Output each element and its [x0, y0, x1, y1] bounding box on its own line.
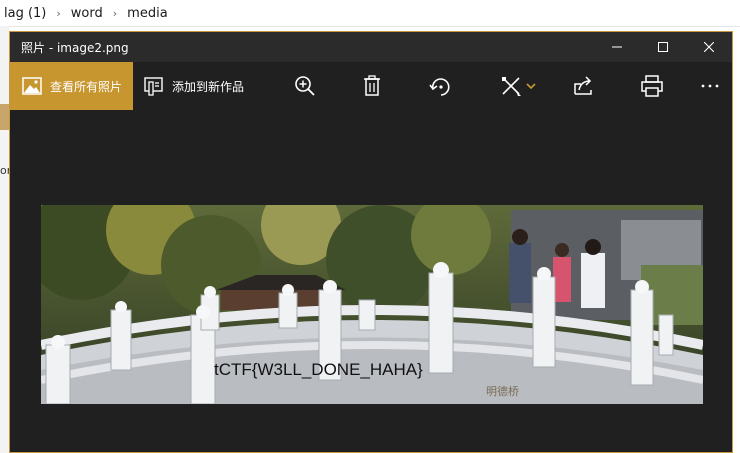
- explorer-file-pane: on: [0, 26, 14, 453]
- minimize-icon: [612, 46, 622, 48]
- titlebar: 照片 - image2.png: [10, 32, 732, 62]
- maximize-icon: [658, 42, 668, 52]
- displayed-image: 明德桥 tCTF{W3LL_DONE_HAHA}: [41, 205, 703, 404]
- close-button[interactable]: [686, 32, 732, 62]
- more-button[interactable]: [698, 62, 722, 110]
- toolbar: 查看所有照片 添加到新作品: [10, 62, 732, 110]
- print-button[interactable]: [640, 62, 664, 110]
- add-label: 添加到新作品: [172, 79, 245, 94]
- maximize-button[interactable]: [640, 32, 686, 62]
- zoom-in-icon: [295, 76, 315, 96]
- delete-button[interactable]: [360, 62, 384, 110]
- window-title: 照片 - image2.png: [21, 40, 129, 55]
- photos-icon: [22, 77, 42, 95]
- add-creation-icon: [144, 76, 164, 96]
- bridge-engraving: 明德桥: [486, 384, 519, 398]
- flag-text: tCTF{W3LL_DONE_HAHA}: [214, 360, 423, 379]
- print-icon: [641, 75, 663, 97]
- window-controls: [594, 32, 732, 62]
- close-icon: [704, 42, 714, 52]
- breadcrumb-item[interactable]: media: [123, 6, 172, 21]
- add-to-new-creation-button[interactable]: 添加到新作品: [144, 62, 244, 110]
- image-viewer: 明德桥 tCTF{W3LL_DONE_HAHA}: [10, 110, 732, 452]
- edit-create-button[interactable]: [496, 62, 540, 110]
- breadcrumb-item[interactable]: word: [67, 6, 107, 21]
- view-all-photos-button[interactable]: 查看所有照片: [10, 62, 133, 110]
- rotate-icon: [429, 78, 450, 96]
- share-button[interactable]: [572, 62, 596, 110]
- chevron-right-icon: ›: [56, 6, 61, 20]
- chevron-down-icon: [526, 83, 536, 90]
- delete-icon: [364, 75, 380, 96]
- photos-window: 照片 - image2.png 查看所有照片 添加到新作品 明德桥 tCTF{W…: [9, 31, 733, 453]
- view-all-label: 查看所有照片: [50, 79, 123, 94]
- more-icon: [701, 84, 719, 88]
- share-icon: [574, 76, 592, 95]
- chevron-right-icon: ›: [112, 6, 118, 20]
- file-thumbnail[interactable]: [0, 104, 9, 130]
- breadcrumb-item[interactable]: lag (1): [0, 6, 50, 21]
- zoom-button[interactable]: [293, 62, 317, 110]
- edit-icon: [502, 77, 521, 96]
- explorer-breadcrumb: lag (1) › word › media: [0, 0, 740, 27]
- minimize-button[interactable]: [594, 32, 640, 62]
- rotate-button[interactable]: [428, 62, 454, 110]
